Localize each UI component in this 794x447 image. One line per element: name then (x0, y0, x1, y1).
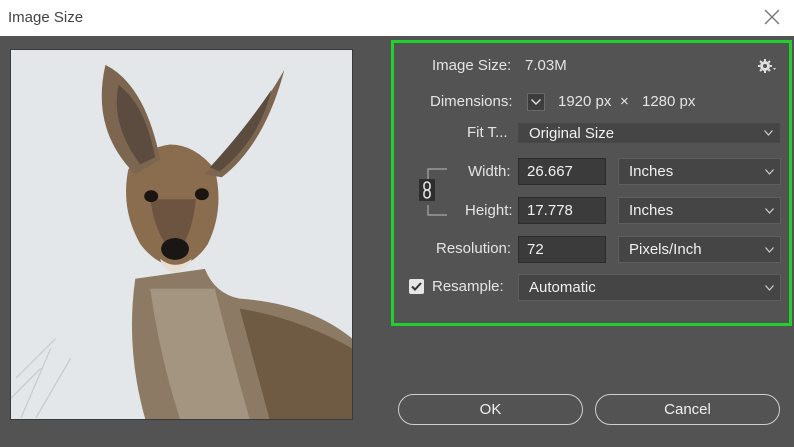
window-title: Image Size (8, 9, 84, 26)
dimensions-label: Dimensions: (430, 93, 513, 110)
settings-panel: Image Size: 7.03M Dimensions: 1920 px × … (391, 40, 792, 326)
close-icon[interactable] (762, 7, 782, 27)
chevron-down-icon (531, 99, 541, 105)
height-input[interactable] (518, 197, 606, 224)
fit-to-label: Fit T... (467, 124, 508, 141)
gear-icon[interactable] (758, 58, 780, 78)
fit-to-select[interactable]: Original Size (518, 123, 780, 143)
cancel-button[interactable]: Cancel (595, 394, 780, 425)
resample-value: Automatic (529, 279, 596, 296)
resample-checkbox[interactable] (409, 279, 424, 294)
height-unit-select[interactable]: Inches (618, 197, 781, 224)
ok-button[interactable]: OK (398, 394, 583, 425)
resolution-label: Resolution: (436, 240, 512, 257)
chevron-down-icon (765, 246, 774, 253)
dimensions-height: 1280 px (642, 93, 696, 110)
resample-select[interactable]: Automatic (518, 274, 781, 301)
link-icon[interactable] (419, 179, 435, 201)
deer-photo (11, 50, 352, 419)
image-preview[interactable] (10, 49, 353, 420)
width-label: Width: (468, 163, 511, 180)
height-label: Height: (465, 202, 513, 219)
resolution-unit-value: Pixels/Inch (629, 241, 702, 258)
dimensions-units-toggle[interactable] (527, 93, 545, 111)
width-unit-select[interactable]: Inches (618, 158, 781, 185)
chevron-down-icon (764, 130, 773, 136)
dimensions-width: 1920 px (558, 93, 612, 110)
chevron-down-icon (765, 284, 774, 291)
resolution-input[interactable] (518, 236, 606, 263)
width-input[interactable] (518, 158, 606, 185)
resample-label: Resample: (432, 278, 504, 295)
height-unit-value: Inches (629, 202, 674, 219)
chevron-down-icon (765, 207, 774, 214)
resolution-unit-select[interactable]: Pixels/Inch (618, 236, 781, 263)
title-bar: Image Size (0, 0, 794, 36)
chevron-down-icon (765, 168, 774, 175)
fit-to-value: Original Size (529, 125, 615, 142)
image-size-value: 7.03M (525, 57, 567, 74)
width-unit-value: Inches (629, 163, 674, 180)
dimensions-times: × (620, 93, 629, 110)
image-size-label: Image Size: (432, 57, 512, 74)
checkmark-icon (411, 282, 422, 291)
